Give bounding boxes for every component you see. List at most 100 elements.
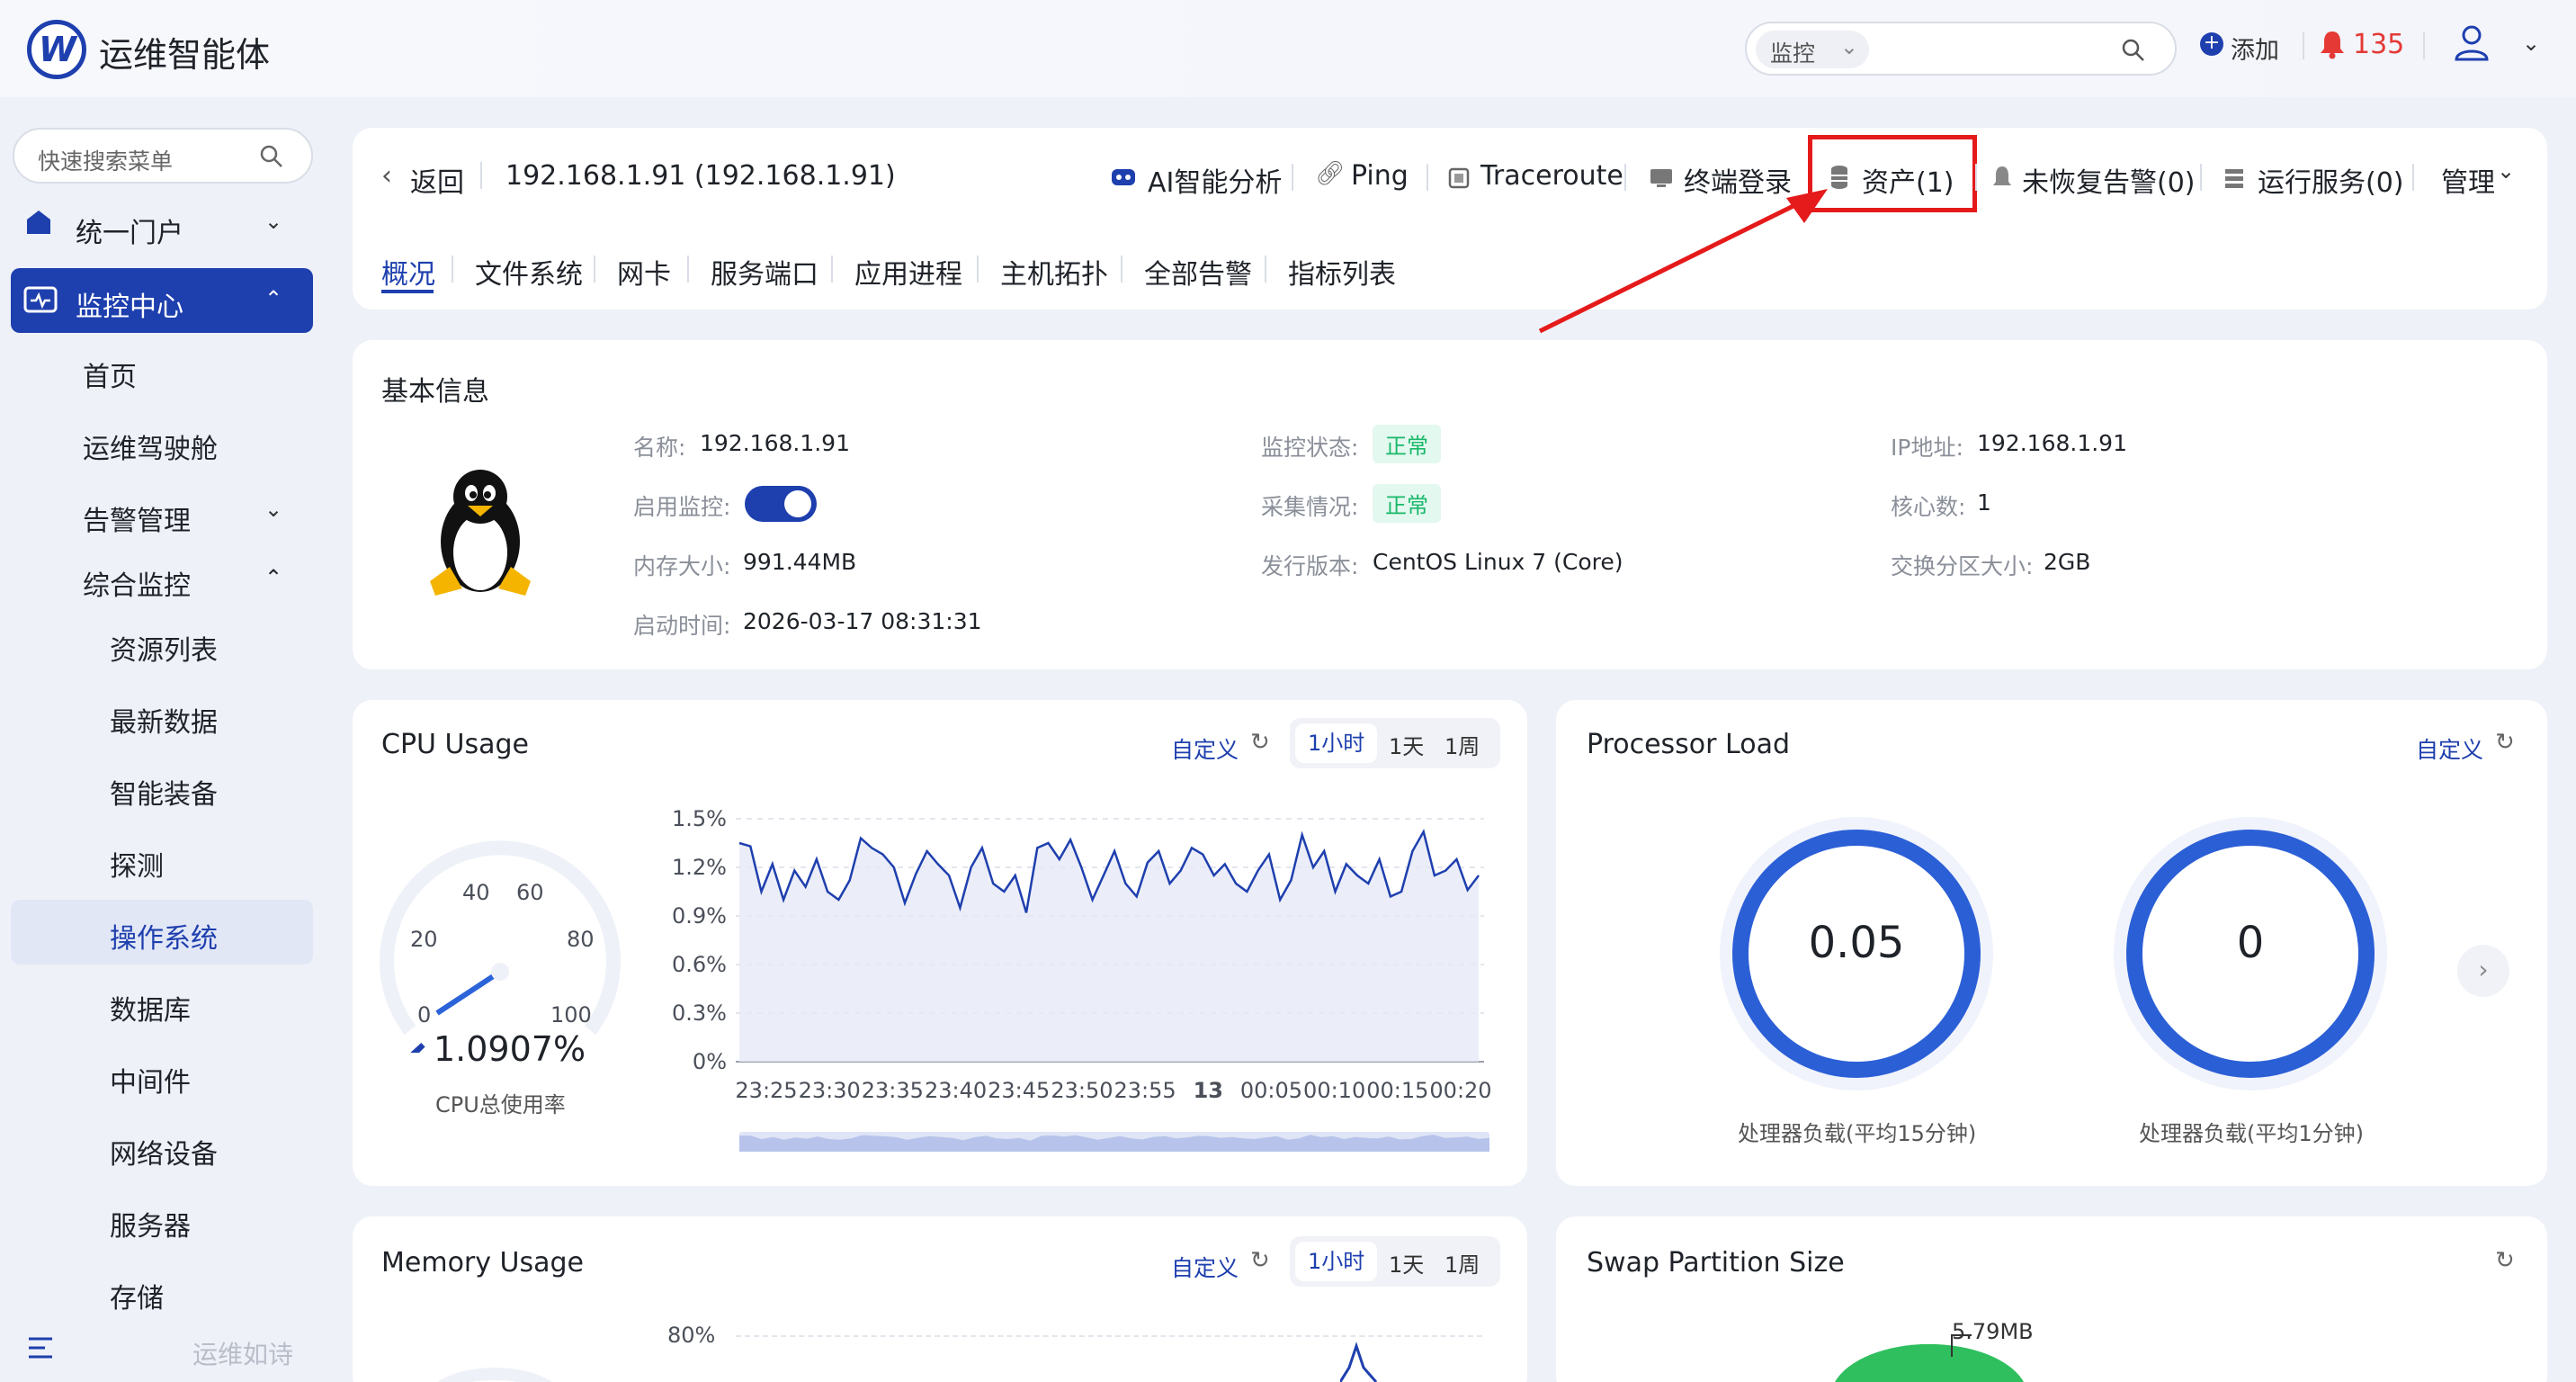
ai-analysis-button[interactable]: AI智能分析 (1148, 160, 1282, 200)
range-1h[interactable]: 1小时 (1295, 723, 1378, 763)
add-icon[interactable]: + (2200, 32, 2223, 56)
sidebar-sub-middleware[interactable]: 中间件 (110, 1060, 191, 1099)
chevron-down-icon[interactable]: ⌄ (264, 209, 282, 234)
manage-menu-button[interactable]: 管理 (2441, 160, 2495, 200)
x-tick-label: 00:15 (1366, 1078, 1428, 1103)
processor-load-title: Processor Load (1587, 729, 1790, 760)
refresh-icon[interactable]: ↻ (1250, 1247, 1270, 1274)
unresolved-alerts-button[interactable]: 未恢复告警(0) (2022, 160, 2196, 200)
tab-app-processes[interactable]: 应用进程 (854, 252, 962, 292)
y-tick-label: 1.5% (672, 806, 727, 831)
range-1w[interactable]: 1周 (1445, 729, 1480, 760)
menu-search-placeholder: 快速搜索菜单 (38, 148, 174, 175)
cpu-custom-link[interactable]: 自定义 (1171, 732, 1239, 765)
sidebar-item-portal[interactable]: 统一门户 (76, 211, 183, 250)
gauge-tick-20: 20 (410, 927, 438, 952)
y-tick-label: 1.2% (672, 855, 727, 880)
sidebar-item-cockpit[interactable]: 运维驾驶舱 (83, 426, 218, 466)
gauge-tick-100: 100 (550, 1002, 592, 1028)
user-avatar-icon[interactable] (2454, 23, 2490, 63)
gauge-tick-80: 80 (567, 927, 595, 952)
gauge-tick-0: 0 (417, 1002, 431, 1028)
basic-info-title: 基本信息 (381, 376, 489, 408)
next-arrow-button[interactable]: › (2457, 945, 2509, 997)
sidebar-sub-os[interactable]: 操作系统 (110, 916, 218, 956)
add-button[interactable]: 添加 (2231, 31, 2279, 66)
range-1d[interactable]: 1天 (1389, 1247, 1424, 1279)
memory-usage-title: Memory Usage (381, 1247, 585, 1279)
sidebar-sub-network[interactable]: 网络设备 (110, 1132, 218, 1171)
chevron-up-icon[interactable]: ⌃ (264, 565, 282, 590)
sidebar-footer-slogan: 运维如诗 (192, 1340, 294, 1369)
running-services-button[interactable]: 运行服务(0) (2258, 160, 2404, 200)
x-tick-label: 00:05 (1240, 1078, 1302, 1103)
refresh-icon[interactable]: ↻ (2495, 1247, 2515, 1274)
ip-value: 192.168.1.91 (1977, 430, 2127, 456)
refresh-icon[interactable]: ↻ (1250, 729, 1270, 756)
menu-search-input[interactable]: 快速搜索菜单 (13, 128, 313, 184)
back-chevron-icon[interactable]: ‹ (381, 160, 392, 192)
y-tick-label: 0% (693, 1049, 727, 1074)
chevron-down-icon[interactable]: ⌄ (264, 497, 282, 522)
search-icon[interactable] (2121, 38, 2146, 63)
robot-icon (1112, 169, 1135, 185)
sidebar-sub-server[interactable]: 服务器 (110, 1204, 191, 1243)
memory-range-selector: 1小时 1天 1周 (1290, 1236, 1500, 1287)
cores-value: 1 (1977, 489, 1991, 516)
sidebar-sub-probe[interactable]: 探测 (110, 844, 164, 884)
memory-custom-link[interactable]: 自定义 (1171, 1251, 1239, 1283)
tab-all-alerts[interactable]: 全部告警 (1144, 252, 1252, 292)
refresh-icon[interactable]: ↻ (2495, 729, 2515, 756)
sidebar-item-home[interactable]: 首页 (83, 354, 137, 394)
link-icon: 🔗︎ (1315, 160, 1346, 187)
load15-value: 0.05 (1808, 918, 1905, 968)
memory-size-label: 内存大小: (633, 553, 731, 579)
cpu-gauge-label: CPU总使用率 (435, 1092, 566, 1117)
tab-service-ports[interactable]: 服务端口 (711, 252, 818, 292)
sidebar-sub-smart-equipment[interactable]: 智能装备 (110, 772, 218, 812)
sidebar-sub-resource-list[interactable]: 资源列表 (110, 628, 218, 668)
memory-line-spike (1340, 1342, 1378, 1382)
linux-penguin-icon (430, 470, 531, 596)
tab-nic[interactable]: 网卡 (617, 252, 671, 292)
range-1w[interactable]: 1周 (1445, 1247, 1480, 1279)
processor-custom-link[interactable]: 自定义 (2416, 732, 2483, 765)
y-tick-label: 0.3% (672, 1001, 727, 1026)
chevron-up-icon[interactable]: ⌃ (264, 286, 282, 311)
chevron-down-icon[interactable]: ⌄ (2497, 158, 2515, 184)
monitor-status-badge: 正常 (1373, 425, 1441, 463)
back-button[interactable]: 返回 (410, 160, 464, 200)
gauge-tick-60: 60 (516, 880, 544, 905)
cores-label: 核心数: (1891, 494, 1966, 520)
swap-partition-card (1556, 1216, 2547, 1382)
sidebar-sub-storage[interactable]: 存储 (110, 1276, 164, 1315)
sidebar-item-alarm-mgmt[interactable]: 告警管理 (83, 498, 191, 538)
sidebar-sub-database[interactable]: 数据库 (110, 988, 191, 1028)
collapse-menu-icon[interactable] (27, 1335, 56, 1362)
search-icon[interactable] (259, 144, 284, 169)
tab-metrics-list[interactable]: 指标列表 (1288, 252, 1396, 292)
tab-host-topology[interactable]: 主机拓扑 (1000, 252, 1108, 292)
gauge-fill-arc (410, 1043, 425, 1053)
swap-size-value: 2GB (2044, 549, 2091, 575)
x-tick-label: 23:55 (1114, 1078, 1176, 1103)
cpu-line-chart: 1.5%1.2%0.9%0.6%0.3%0%23:25 23:30 23:35 23:… (672, 806, 1492, 1152)
ping-button[interactable]: Ping (1351, 160, 1409, 192)
global-search[interactable]: 监控 ⌄ (1745, 22, 2177, 76)
sidebar-item-integrated-monitor[interactable]: 综合监控 (83, 563, 191, 603)
user-menu-chevron-icon[interactable]: ⌄ (2522, 31, 2540, 56)
search-scope-select[interactable]: 监控 ⌄ (1756, 31, 1869, 68)
enable-monitor-toggle[interactable] (745, 486, 817, 522)
tab-overview[interactable]: 概况 (381, 252, 435, 292)
assets-button[interactable]: 资产(1) (1862, 160, 1954, 200)
range-1d[interactable]: 1天 (1389, 729, 1424, 760)
cpu-usage-title: CPU Usage (381, 729, 530, 760)
memory-size-value: 991.44MB (743, 549, 857, 575)
sidebar-sub-latest-data[interactable]: 最新数据 (110, 700, 218, 740)
home-portal-icon (27, 211, 50, 234)
bell-icon[interactable] (2319, 29, 2346, 59)
tab-filesystem[interactable]: 文件系统 (475, 252, 583, 292)
range-1h[interactable]: 1小时 (1295, 1242, 1378, 1281)
swap-used-value: 5.79MB (1952, 1319, 2034, 1344)
alert-count[interactable]: 135 (2353, 29, 2404, 60)
